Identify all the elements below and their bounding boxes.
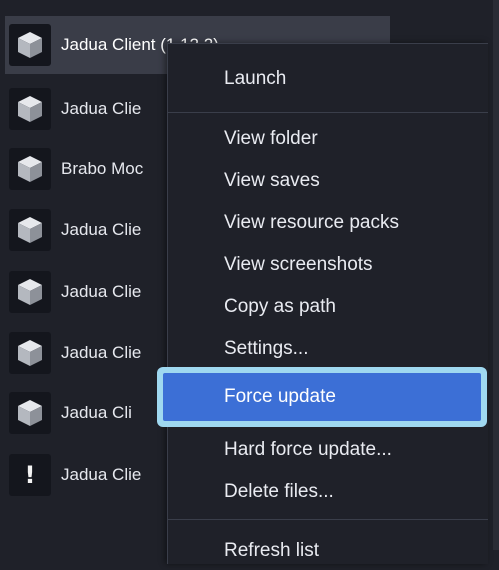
instance-label: Brabo Moc xyxy=(61,159,144,178)
menu-item-label: View resource packs xyxy=(224,212,399,233)
instance-label: Jadua Clie xyxy=(61,282,142,301)
instance-label: Jadua Cli xyxy=(61,403,132,422)
menu-item-label: Launch xyxy=(224,68,287,89)
menu-item-delete-files[interactable]: Delete files... xyxy=(168,473,488,511)
instance-label: Jadua Clie xyxy=(61,99,142,118)
menu-item-settings[interactable]: Settings... xyxy=(168,330,488,368)
cube-icon xyxy=(9,148,51,190)
menu-item-label: Hard force update... xyxy=(224,439,392,460)
instance-label: Jadua Clie xyxy=(61,343,142,362)
menu-item-label: Copy as path xyxy=(224,296,336,317)
menu-item-refresh-list[interactable]: Refresh list xyxy=(168,532,488,570)
menu-item-view-resource-packs[interactable]: View resource packs xyxy=(168,204,488,242)
cube-icon xyxy=(9,24,51,66)
menu-item-label: Force update xyxy=(224,386,336,407)
menu-item-label: View folder xyxy=(224,128,318,149)
menu-item-view-folder[interactable]: View folder xyxy=(168,120,488,158)
menu-item-view-saves[interactable]: View saves xyxy=(168,162,488,200)
cube-icon xyxy=(9,392,51,434)
menu-item-copy-as-path[interactable]: Copy as path xyxy=(168,288,488,326)
menu-item-force-update[interactable]: Force update xyxy=(157,367,487,427)
cube-icon xyxy=(9,209,51,251)
menu-item-label: Delete files... xyxy=(224,481,334,502)
warning-icon: ! xyxy=(9,454,51,496)
cube-icon xyxy=(9,271,51,313)
menu-item-highlight: Force update xyxy=(163,373,481,421)
menu-item-view-screenshots[interactable]: View screenshots xyxy=(168,246,488,284)
menu-item-label: Refresh list xyxy=(224,540,320,561)
context-menu: Launch View folder View saves View resou… xyxy=(157,43,488,564)
menu-item-label: View screenshots xyxy=(224,254,373,275)
instance-label: Jadua Clie xyxy=(61,220,142,239)
cube-icon xyxy=(9,88,51,130)
warning-glyph: ! xyxy=(24,461,36,489)
cube-icon xyxy=(9,332,51,374)
menu-separator xyxy=(168,519,488,520)
menu-item-label: Settings... xyxy=(224,338,309,359)
menu-item-hard-force-update[interactable]: Hard force update... xyxy=(168,431,488,469)
scrollbar[interactable] xyxy=(493,0,499,550)
menu-item-launch[interactable]: Launch xyxy=(168,60,488,98)
instance-label: Jadua Clie xyxy=(61,465,142,484)
menu-separator xyxy=(168,112,488,113)
menu-item-label: View saves xyxy=(224,170,320,191)
